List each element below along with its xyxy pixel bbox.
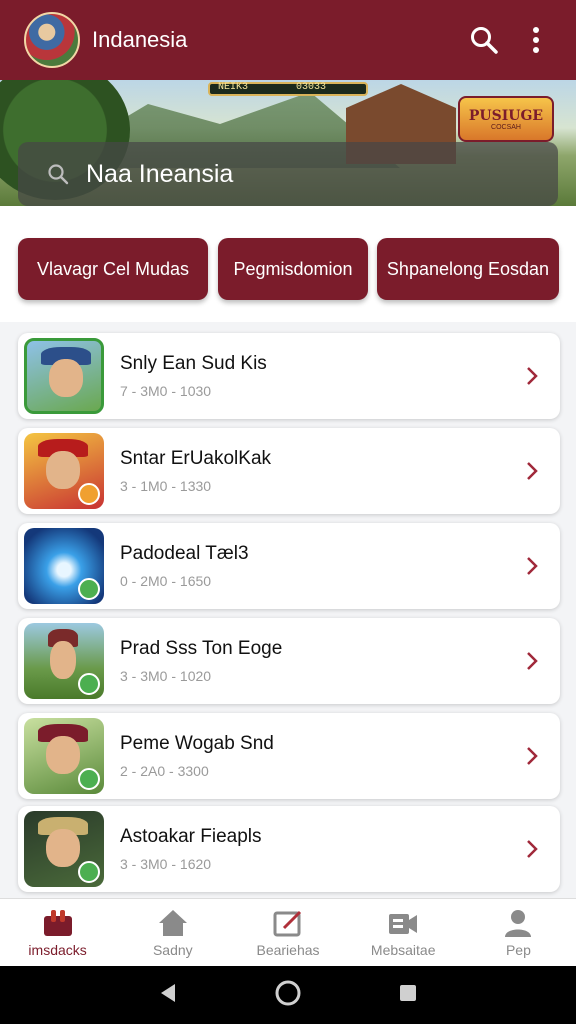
- game-title: Astoakar Fieapls: [120, 826, 262, 847]
- nav-item-media[interactable]: Mebsaitae: [346, 899, 461, 966]
- app-bar: Indanesia: [0, 0, 576, 80]
- home-circle-icon[interactable]: [274, 979, 302, 1012]
- game-thumb-3: [24, 528, 104, 604]
- filter-chips: Vlavagr Cel Mudas Pegmisdomion Shpanelon…: [0, 206, 576, 322]
- list-item[interactable]: Prad Sss Ton Eoge 3 - 3M0 - 1020: [18, 618, 560, 704]
- game-meta: 0 - 2M0 - 1650: [120, 573, 212, 589]
- bottom-nav: imsdacks Sadny Beariehas Mebsaitae Pep: [0, 898, 576, 966]
- back-icon[interactable]: [159, 983, 177, 1008]
- game-meta: 7 - 3M0 - 1030: [120, 383, 212, 399]
- list-item[interactable]: Astoakar Fieapls 3 - 3M0 - 1620: [18, 806, 560, 892]
- game-thumb-4: [24, 623, 104, 699]
- search-icon: [48, 164, 69, 185]
- more-vert-icon[interactable]: [516, 20, 556, 60]
- game-meta: 3 - 3M0 - 1020: [120, 668, 212, 684]
- game-title: Prad Sss Ton Eoge: [120, 638, 283, 659]
- nav-item-home[interactable]: Sadny: [115, 899, 230, 966]
- game-meta: 2 - 2A0 - 3300: [120, 763, 209, 779]
- hero-banner: NEIK3 03033 PUSIUGE COCSAH Naa Ineansia: [0, 80, 576, 206]
- filter-chip[interactable]: Pegmisdomion: [218, 238, 368, 300]
- filter-chip[interactable]: Shpanelong Eosdan: [377, 238, 559, 300]
- system-nav-bar: [0, 966, 576, 1024]
- search-icon[interactable]: [464, 20, 504, 60]
- game-meta: 3 - 3M0 - 1620: [120, 856, 212, 872]
- nav-label: Pep: [505, 941, 531, 958]
- chevron-right-icon: [512, 736, 552, 776]
- game-title: Padodeal Tæl3: [120, 543, 249, 564]
- app-title: Indanesia: [92, 27, 188, 52]
- filter-chip[interactable]: Vlavagr Cel Mudas: [18, 238, 208, 300]
- chevron-right-icon: [512, 546, 552, 586]
- search-input[interactable]: Naa Ineansia: [18, 142, 558, 206]
- hud-left-text: NEIK3: [218, 82, 249, 93]
- list-item[interactable]: Peme Wogab Snd 2 - 2A0 - 3300: [18, 713, 560, 799]
- search-value: Naa Ineansia: [86, 159, 234, 188]
- list-item[interactable]: Padodeal Tæl3 0 - 2M0 - 1650: [18, 523, 560, 609]
- hud-right-text: 03033: [296, 82, 327, 93]
- chevron-right-icon: [512, 829, 552, 869]
- nav-item-profile[interactable]: Pep: [461, 899, 576, 966]
- app-avatar[interactable]: [24, 12, 80, 68]
- nav-item-edit[interactable]: Beariehas: [230, 899, 345, 966]
- list-item[interactable]: Sntar ErUakolKak 3 - 1M0 - 1330: [18, 428, 560, 514]
- game-thumb-5: [24, 718, 104, 794]
- recents-icon[interactable]: [399, 984, 417, 1007]
- logo-line-2: COCSAH: [491, 123, 521, 131]
- game-title: Sntar ErUakolKak: [120, 448, 272, 469]
- logo-line-1: PUSIUGE: [468, 107, 544, 124]
- person-icon: [501, 908, 535, 938]
- game-thumb-2: [24, 433, 104, 509]
- game-thumb-6: [24, 811, 104, 887]
- chevron-right-icon: [512, 451, 552, 491]
- game-list: Snly Ean Sud Kis 7 - 3M0 - 1030 Sntar ErU…: [0, 322, 576, 898]
- media-icon: [386, 908, 420, 938]
- nav-label: imsdacks: [28, 941, 87, 958]
- game-logo: PUSIUGE COCSAH: [458, 96, 554, 142]
- nav-item-games[interactable]: imsdacks: [0, 899, 115, 966]
- edit-photo-icon: [271, 908, 305, 938]
- nav-label: Beariehas: [256, 941, 320, 958]
- game-title: Snly Ean Sud Kis: [120, 353, 267, 374]
- game-meta: 3 - 1M0 - 1330: [120, 478, 212, 494]
- home-icon: [156, 908, 190, 938]
- nav-label: Sadny: [152, 941, 193, 958]
- list-item[interactable]: Snly Ean Sud Kis 7 - 3M0 - 1030: [18, 333, 560, 419]
- nav-label: Mebsaitae: [370, 941, 436, 958]
- game-thumb-1: [24, 338, 104, 414]
- game-title: Peme Wogab Snd: [120, 733, 274, 754]
- chevron-right-icon: [512, 641, 552, 681]
- banner-hud: NEIK3 03033: [208, 82, 368, 96]
- games-icon: [41, 908, 75, 938]
- chevron-right-icon: [512, 356, 552, 396]
